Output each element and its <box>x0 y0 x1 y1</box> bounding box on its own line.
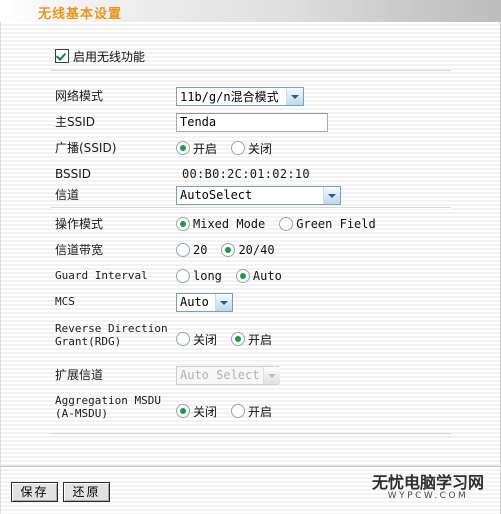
radio-selected-icon <box>231 332 246 346</box>
row-broadcast-ssid: 广播(SSID) 开启 关闭 <box>55 136 286 160</box>
watermark-chinese: 无忧电脑学习网 <box>371 473 484 492</box>
label-rdg-line1: Reverse Direction <box>55 322 168 335</box>
mcs-value: Auto <box>180 295 209 309</box>
label-extension-channel: 扩展信道 <box>55 368 104 382</box>
operating-mode-option-mixed: Mixed Mode <box>193 217 266 231</box>
channel-bandwidth-radio-2040[interactable]: 20/40 <box>221 243 275 257</box>
watermark: 无忧电脑学习网 WYPCW.COM <box>363 474 493 502</box>
chevron-down-icon <box>286 87 303 105</box>
row-reverse-direction-grant: Reverse Direction Grant(RDG) 关闭 开启 <box>55 318 286 352</box>
radio-selected-icon <box>176 141 190 155</box>
row-channel: 信道 AutoSelect <box>55 183 341 207</box>
row-operating-mode: 操作模式 Mixed Mode Green Field <box>55 212 390 236</box>
radio-unselected-icon <box>279 217 294 231</box>
broadcast-ssid-radio-on[interactable]: 开启 <box>176 140 217 157</box>
label-mcs: MCS <box>55 295 75 308</box>
enable-wireless-label: 启用无线功能 <box>73 49 146 64</box>
row-primary-ssid: 主SSID <box>55 110 328 134</box>
label-broadcast-ssid: 广播(SSID) <box>55 141 117 155</box>
row-mcs: MCS Auto <box>55 290 233 314</box>
operating-mode-option-green: Green Field <box>296 217 376 231</box>
network-mode-value: 11b/g/n混合模式 <box>180 89 279 104</box>
radio-unselected-icon <box>176 243 190 257</box>
divider-middle <box>51 207 451 208</box>
row-network-mode: 网络模式 11b/g/n混合模式 <box>55 84 304 108</box>
label-channel-bandwidth: 信道带宽 <box>55 243 104 257</box>
radio-selected-icon <box>176 217 190 231</box>
amsdu-radio-on[interactable]: 开启 <box>231 403 272 420</box>
checkbox-checked-icon <box>55 49 69 63</box>
bssid-value: 00:B0:2C:01:02:10 <box>182 167 310 181</box>
label-primary-ssid: 主SSID <box>55 115 96 129</box>
amsdu-option-on: 开启 <box>248 404 273 419</box>
radio-unselected-icon <box>176 269 190 283</box>
radio-unselected-icon <box>231 404 246 418</box>
label-channel: 信道 <box>55 188 80 202</box>
guard-interval-option-long: long <box>193 269 222 283</box>
channel-bandwidth-option-20: 20 <box>193 243 208 257</box>
rdg-radio-on[interactable]: 开启 <box>231 331 272 348</box>
label-guard-interval: Guard Interval <box>55 269 148 282</box>
radio-selected-icon <box>235 269 250 283</box>
divider-top <box>51 70 451 71</box>
primary-ssid-input[interactable] <box>176 112 328 132</box>
amsdu-option-off: 关闭 <box>193 404 218 419</box>
label-network-mode: 网络模式 <box>55 89 104 103</box>
row-enable-wireless: 启用无线功能 <box>55 44 145 68</box>
chevron-down-icon <box>263 366 281 384</box>
radio-unselected-icon <box>176 332 190 346</box>
amsdu-radio-off[interactable]: 关闭 <box>176 403 217 420</box>
radio-selected-icon <box>176 404 190 418</box>
guard-interval-radio-auto[interactable]: Auto <box>235 269 282 283</box>
mcs-select[interactable]: Auto <box>176 292 233 312</box>
chevron-down-icon <box>323 186 340 204</box>
row-channel-bandwidth: 信道带宽 20 20/40 <box>55 238 289 262</box>
radio-unselected-icon <box>231 141 246 155</box>
label-amsdu-line2: (A-MSDU) <box>55 407 108 420</box>
extension-channel-select: Auto Select <box>176 365 281 385</box>
channel-value: AutoSelect <box>180 188 253 202</box>
network-mode-select[interactable]: 11b/g/n混合模式 <box>176 86 304 106</box>
channel-bandwidth-option-2040: 20/40 <box>238 243 275 257</box>
guard-interval-radio-long[interactable]: long <box>176 269 222 283</box>
rdg-radio-off[interactable]: 关闭 <box>176 331 217 348</box>
reset-button[interactable]: 还原 <box>63 482 110 502</box>
enable-wireless-checkbox[interactable]: 启用无线功能 <box>55 48 145 65</box>
channel-bandwidth-radio-20[interactable]: 20 <box>176 243 207 257</box>
label-operating-mode: 操作模式 <box>55 217 104 231</box>
page-titlebar: 无线基本设置 <box>0 0 501 22</box>
label-rdg-line2: Grant(RDG) <box>55 335 122 348</box>
broadcast-ssid-option-off: 关闭 <box>248 141 273 156</box>
row-extension-channel: 扩展信道 Auto Select <box>55 363 281 387</box>
chevron-down-icon <box>215 293 232 311</box>
rdg-option-on: 开启 <box>248 332 273 347</box>
rdg-option-off: 关闭 <box>193 332 218 347</box>
broadcast-ssid-radio-off[interactable]: 关闭 <box>231 140 272 157</box>
guard-interval-option-auto: Auto <box>252 269 282 283</box>
row-guard-interval: Guard Interval long Auto <box>55 264 296 288</box>
radio-selected-icon <box>221 243 236 257</box>
operating-mode-radio-mixed[interactable]: Mixed Mode <box>176 217 265 231</box>
broadcast-ssid-option-on: 开启 <box>193 141 218 156</box>
page-title: 无线基本设置 <box>38 7 123 22</box>
operating-mode-radio-green[interactable]: Green Field <box>279 217 376 231</box>
wireless-basic-settings-page: 无线基本设置 启用无线功能 网络模式 11b/g/n混合模式 主SSID Ten… <box>0 0 501 514</box>
row-aggregation-msdu: Aggregation MSDU (A-MSDU) 关闭 开启 <box>55 390 286 424</box>
watermark-english: WYPCW.COM <box>387 491 469 501</box>
settings-panel: 启用无线功能 网络模式 11b/g/n混合模式 主SSID 广播(SSID) <box>0 22 501 465</box>
extension-channel-value: Auto Select <box>180 368 260 382</box>
save-button[interactable]: 保存 <box>11 482 58 502</box>
channel-select[interactable]: AutoSelect <box>176 185 341 205</box>
label-amsdu-line1: Aggregation MSDU <box>55 394 161 407</box>
divider-bottom <box>51 433 451 434</box>
label-bssid: BSSID <box>55 167 92 181</box>
